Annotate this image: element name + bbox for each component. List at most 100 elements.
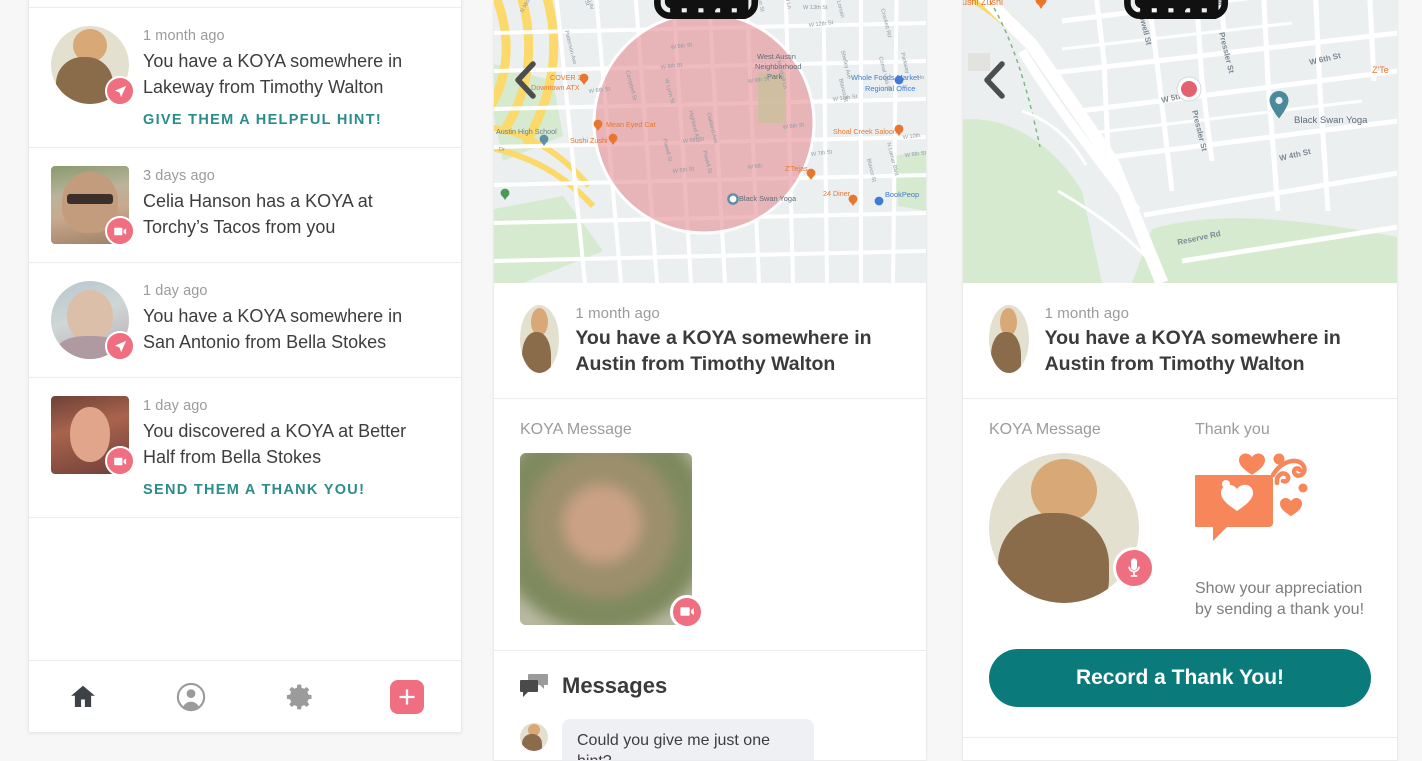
timestamp: 1 day ago (143, 283, 208, 300)
back-chevron-icon[interactable] (981, 60, 1007, 100)
map-canvas: Galaxy Cafe West Lynn Caffe Medici COVER… (494, 0, 926, 283)
list-item-body: 1 month ago You have a KOYA somewhere in… (143, 26, 439, 129)
avatar (51, 26, 135, 106)
svg-text:24 Diner: 24 Diner (823, 189, 851, 198)
back-chevron-icon[interactable] (512, 60, 538, 100)
koya-message-thumbnail[interactable] (520, 452, 704, 629)
add-button[interactable] (390, 679, 424, 714)
tab-home[interactable] (29, 682, 137, 712)
timestamp: 1 month ago (1044, 305, 1130, 322)
koya-message-column: KOYA Message (989, 421, 1165, 621)
timestamp: 1 month ago (575, 305, 660, 322)
svg-text:Downtown ATX: Downtown ATX (531, 83, 580, 92)
person-icon (176, 682, 206, 711)
timestamp: 3 days ago (143, 168, 215, 185)
list-item[interactable]: 1 day ago You discovered a KOYA at Bette… (29, 378, 461, 519)
headline: You have a KOYA somewhere in San Antonio… (143, 306, 403, 352)
list-item-body: 1 day ago You discovered a KOYA at Bette… (143, 396, 439, 499)
avatar (51, 281, 135, 362)
svg-text:Shoal Creek Saloon: Shoal Creek Saloon (833, 127, 897, 136)
record-thank-you-button[interactable]: Record a Thank You! (989, 649, 1371, 708)
svg-text:West Austin: West Austin (757, 52, 796, 61)
koya-message-thumbnail[interactable] (989, 452, 1155, 603)
timestamp: 1 day ago (143, 398, 208, 415)
map-search-radius[interactable]: Galaxy Cafe West Lynn Caffe Medici COVER… (494, 0, 926, 283)
send-thank-you-link[interactable]: SEND THEM A THANK YOU! (143, 482, 365, 498)
activity-feed-list: VIEW THEIR THANK YOU! 1 month ago You ha… (29, 0, 461, 660)
svg-text:COVER 3: COVER 3 (550, 73, 582, 82)
list-item[interactable]: 1 month ago You have a KOYA somewhere in… (29, 8, 461, 149)
koya-card-header: 1 month ago You have a KOYA somewhere in… (494, 283, 926, 399)
svg-text:Sushi Zushi: Sushi Zushi (570, 136, 608, 145)
bottom-tab-bar (29, 660, 461, 732)
video-icon (105, 216, 135, 247)
list-item[interactable]: 3 days ago Celia Hanson has a KOYA at To… (29, 148, 461, 264)
koya-video-thumb (520, 452, 692, 625)
tab-profile[interactable] (137, 682, 245, 712)
svg-text:Z'Te: Z'Te (1372, 65, 1389, 75)
messages-section: Messages (963, 737, 1397, 760)
message-row: Could you give me just one hint? (520, 718, 900, 760)
svg-text:Ho: Ho (917, 75, 924, 81)
headline: Celia Hanson has a KOYA at Torchy’s Taco… (143, 191, 373, 237)
headline: You have a KOYA somewhere in Austin from… (575, 327, 872, 375)
koya-card-header-text: 1 month ago You have a KOYA somewhere in… (1045, 305, 1371, 378)
chat-bubbles-icon (520, 673, 548, 697)
list-item-body: 3 days ago Celia Hanson has a KOYA at To… (143, 166, 439, 244)
list-item[interactable]: 1 day ago You have a KOYA somewhere in S… (29, 263, 461, 379)
svg-text:BookPeop: BookPeop (885, 190, 919, 199)
navigation-arrow-icon (105, 331, 135, 362)
message-bubble: Could you give me just one hint? (562, 718, 814, 760)
list-item[interactable]: VIEW THEIR THANK YOU! (29, 0, 461, 8)
koya-message-label: KOYA Message (520, 420, 632, 438)
thank-you-copy: Show your appreciation by sending a than… (1195, 579, 1365, 619)
thank-you-confetti-icon (1193, 453, 1308, 541)
tab-settings[interactable] (245, 682, 353, 712)
koya-message-label: KOYA Message (989, 420, 1101, 438)
messages-section: Messages Could you give me just one hint… (494, 651, 926, 760)
video-icon (670, 594, 704, 629)
plus-icon (399, 689, 415, 704)
svg-text:Black Swan Yoga: Black Swan Yoga (1294, 115, 1368, 126)
status-bar: 9:41 (963, 0, 1397, 19)
svg-text:Black Swan Yoga: Black Swan Yoga (739, 194, 797, 203)
koya-card-header-text: 1 month ago You have a KOYA somewhere in… (575, 305, 900, 378)
battery-full-icon (1124, 0, 1229, 19)
screenshot-stage: VIEW THEIR THANK YOU! 1 month ago You ha… (0, 0, 1422, 761)
svg-text:Dr: Dr (499, 147, 505, 153)
map-pin-drop[interactable]: W 6th St W 5th St W 4th St W 6th St Rese… (963, 0, 1397, 283)
feed-spacer (29, 518, 461, 548)
messages-title: Messages (562, 672, 668, 698)
phone-detail-thank-you: W 6th St W 5th St W 4th St W 6th St Rese… (962, 0, 1398, 761)
navigation-arrow-icon (105, 76, 135, 106)
map-canvas: W 6th St W 5th St W 4th St W 6th St Rese… (963, 0, 1397, 283)
video-icon (105, 446, 135, 477)
koya-video-frame (520, 452, 692, 625)
avatar (51, 396, 135, 477)
thank-you-column: Thank you Show your appreciation by send… (1193, 420, 1371, 621)
headline: You have a KOYA somewhere in Austin from… (1044, 327, 1341, 375)
koya-message-section: KOYA Message (494, 399, 926, 651)
activity-feed-panel: VIEW THEIR THANK YOU! 1 month ago You ha… (28, 0, 462, 733)
thank-you-label: Thank you (1195, 420, 1270, 438)
messages-header: Messages (520, 673, 900, 699)
svg-text:Z'Tejas: Z'Tejas (785, 164, 808, 173)
list-item-body: 1 day ago You have a KOYA somewhere in S… (143, 281, 439, 359)
koya-thankyou-section: KOYA Message Thank you Show your appreci… (963, 399, 1397, 621)
microphone-icon (1113, 546, 1155, 589)
phone-detail-hint: Galaxy Cafe West Lynn Caffe Medici COVER… (493, 0, 927, 761)
avatar (520, 722, 548, 751)
two-column-layout: KOYA Message Thank you Show your appreci… (989, 421, 1371, 621)
tab-add[interactable] (353, 679, 461, 714)
avatar-image (989, 305, 1029, 373)
avatar-image (520, 305, 560, 373)
koya-card-header: 1 month ago You have a KOYA somewhere in… (963, 283, 1397, 399)
timestamp: 1 month ago (143, 28, 225, 44)
headline: You have a KOYA somewhere in Lakeway fro… (143, 51, 403, 97)
give-hint-link[interactable]: GIVE THEM A HELPFUL HINT! (143, 112, 382, 128)
avatar (51, 166, 135, 247)
battery-full-icon (654, 0, 759, 19)
status-bar: 9:41 (494, 0, 926, 19)
gear-icon (286, 684, 312, 709)
svg-text:Austin High School: Austin High School (496, 127, 557, 136)
